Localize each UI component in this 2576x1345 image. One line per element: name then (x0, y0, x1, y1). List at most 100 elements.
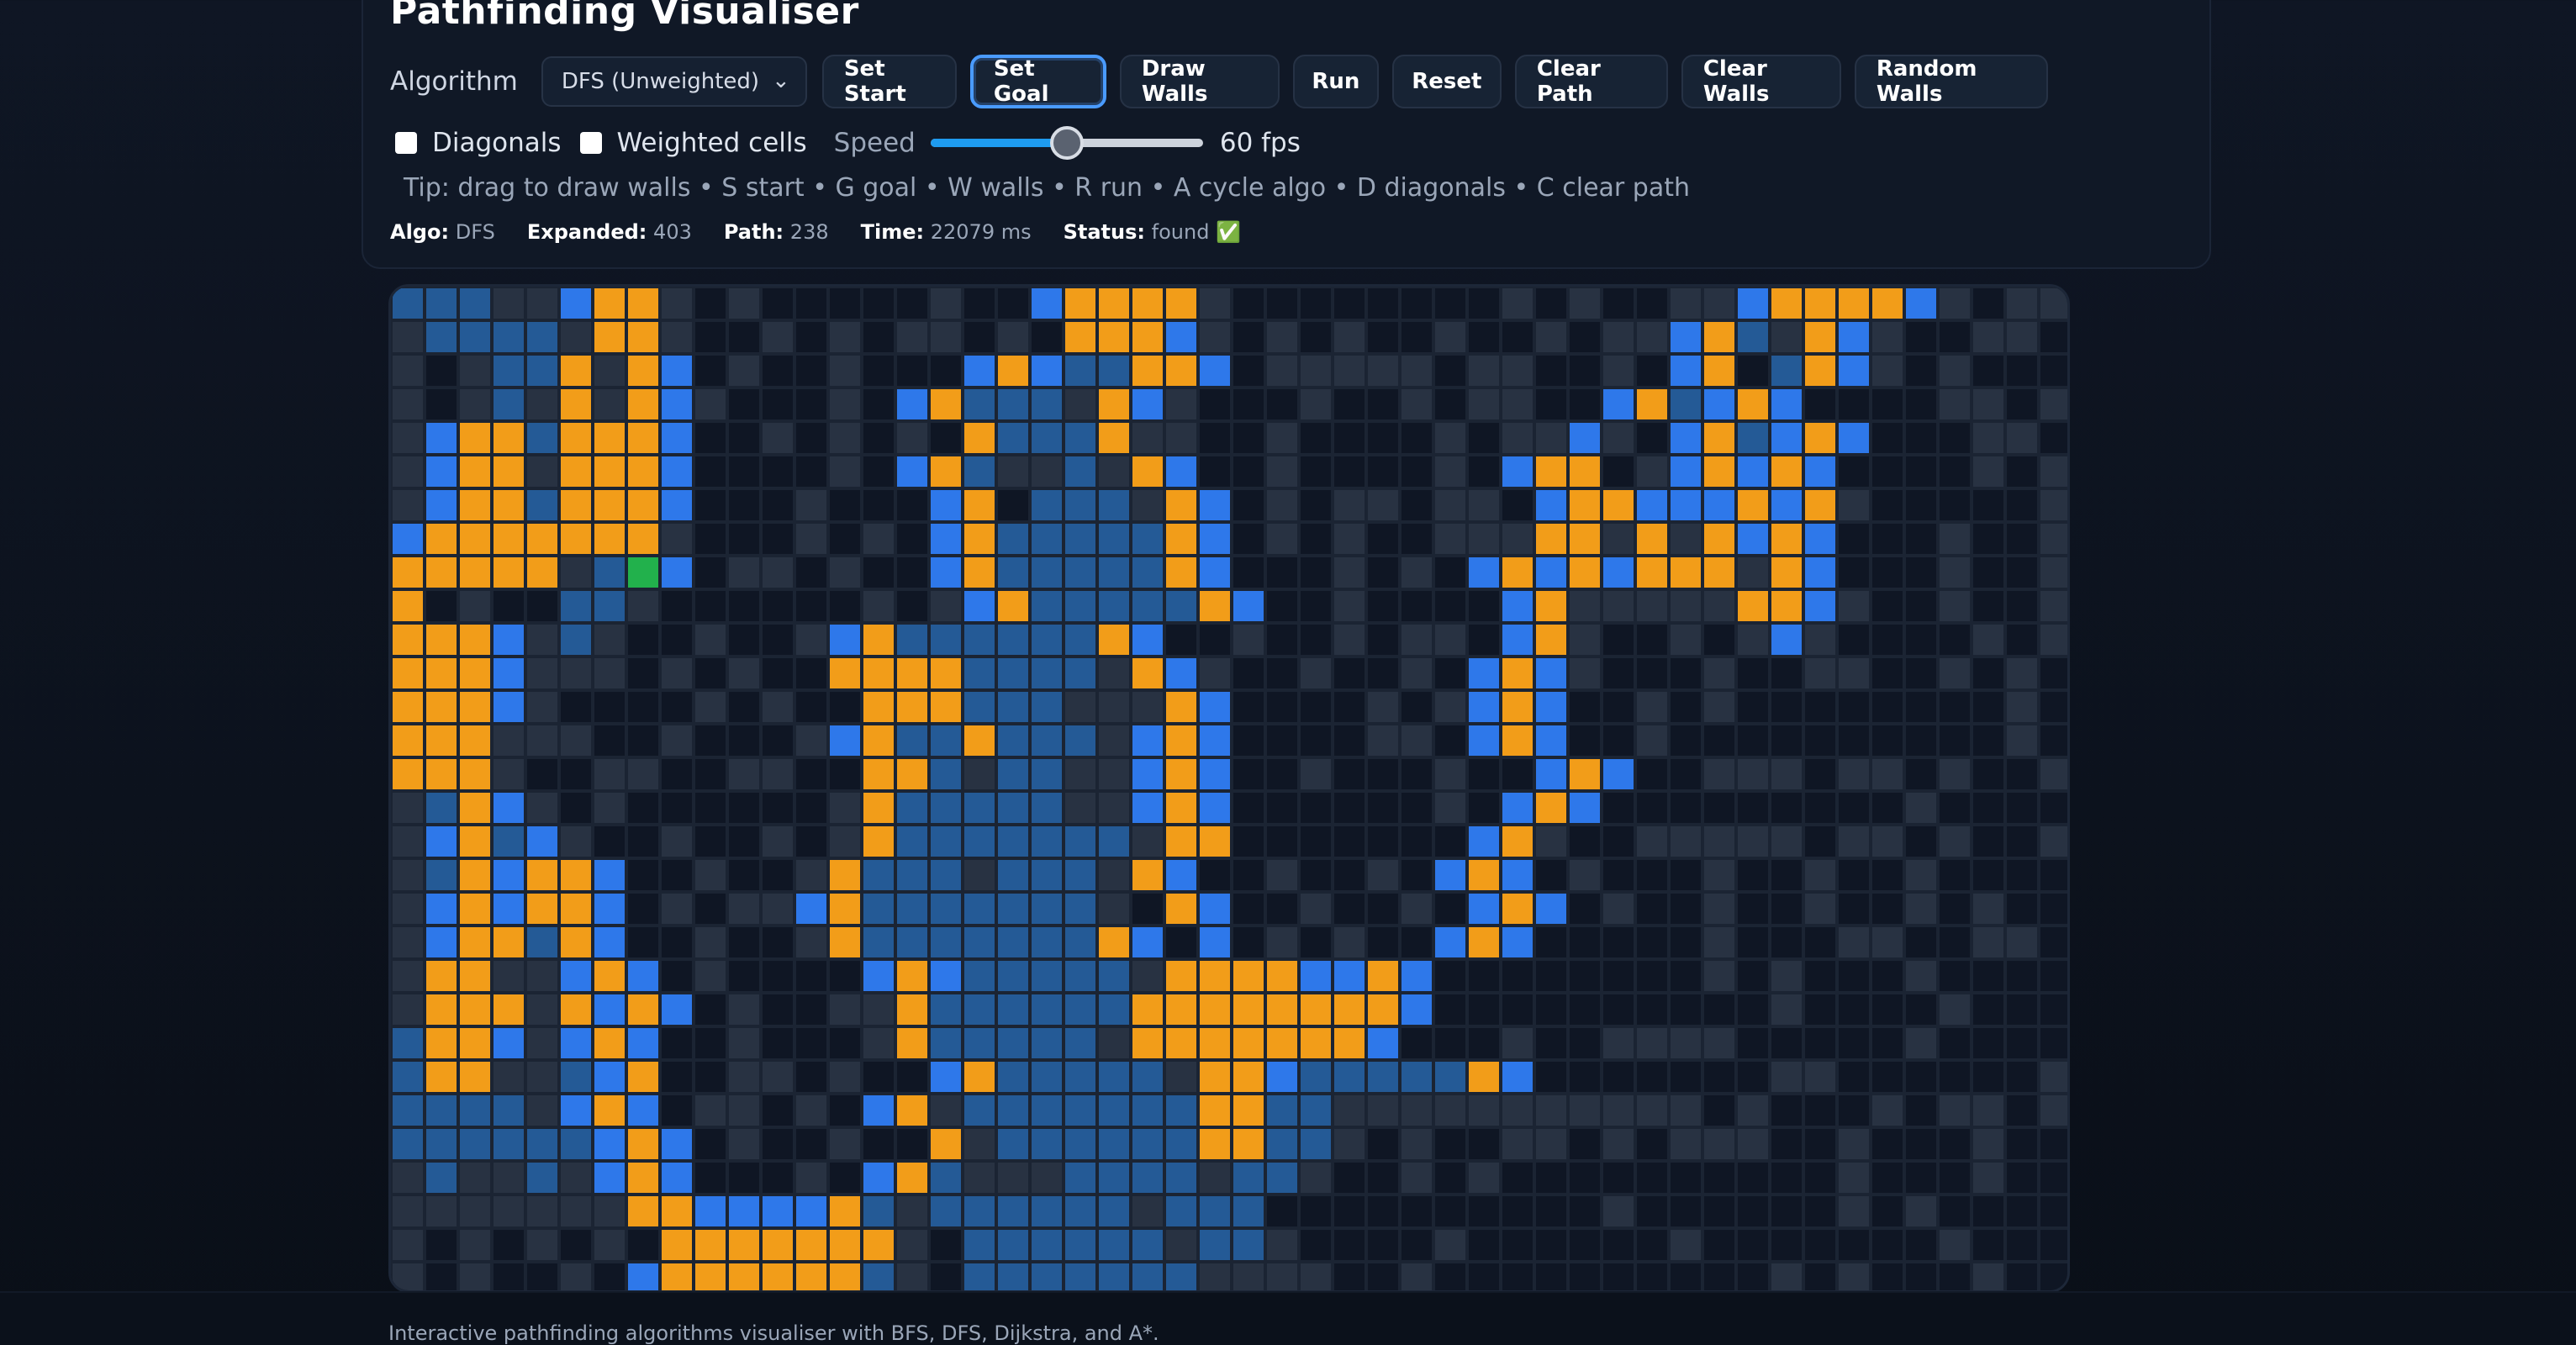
grid-cell-frontier[interactable] (1166, 322, 1196, 352)
grid-cell-empty[interactable] (662, 793, 692, 823)
grid-cell-path[interactable] (1771, 557, 1802, 588)
grid-cell-empty[interactable] (1570, 826, 1600, 857)
grid-cell-wall[interactable] (1132, 490, 1163, 520)
grid-cell-path[interactable] (594, 456, 625, 487)
grid-cell-frontier[interactable] (1469, 658, 1499, 688)
grid-cell-wall[interactable] (1940, 557, 1970, 588)
grid-cell-empty[interactable] (662, 1095, 692, 1126)
grid-cell-wall[interactable] (863, 524, 894, 554)
grid-cell-path[interactable] (628, 322, 658, 352)
grid-cell-path[interactable] (1132, 456, 1163, 487)
grid-cell-visited[interactable] (393, 1095, 423, 1126)
grid-cell-wall[interactable] (1301, 356, 1331, 386)
grid-cell-frontier[interactable] (1771, 423, 1802, 453)
grid-cell-empty[interactable] (1839, 961, 1869, 991)
grid-cell-empty[interactable] (1435, 557, 1465, 588)
grid-cell-empty[interactable] (1570, 322, 1600, 352)
grid-cell-wall[interactable] (1536, 423, 1566, 453)
grid-cell-frontier[interactable] (1502, 793, 1533, 823)
grid-cell-empty[interactable] (1940, 894, 1970, 924)
grid-cell-wall[interactable] (1637, 692, 1667, 722)
grid-cell-wall[interactable] (1872, 356, 1903, 386)
grid-cell-wall[interactable] (1704, 1028, 1734, 1058)
grid-cell-empty[interactable] (796, 759, 826, 789)
grid-cell-empty[interactable] (1334, 1163, 1365, 1193)
grid-cell-empty[interactable] (1435, 961, 1465, 991)
grid-cell-visited[interactable] (393, 1062, 423, 1092)
grid-cell-frontier[interactable] (1671, 322, 1701, 352)
grid-cell-frontier[interactable] (1603, 557, 1634, 588)
grid-cell-empty[interactable] (561, 1230, 591, 1260)
grid-cell-empty[interactable] (1368, 389, 1398, 419)
grid-cell-empty[interactable] (1637, 1230, 1667, 1260)
grid-cell-wall[interactable] (1301, 1163, 1331, 1193)
grid-cell-path[interactable] (931, 456, 961, 487)
grid-cell-wall[interactable] (931, 322, 961, 352)
grid-cell-visited[interactable] (998, 423, 1028, 453)
grid-cell-wall[interactable] (1973, 625, 2003, 655)
grid-cell-visited[interactable] (1132, 1263, 1163, 1290)
grid-cell-visited[interactable] (1032, 1062, 1062, 1092)
grid-cell-wall[interactable] (1671, 1230, 1701, 1260)
grid-cell-empty[interactable] (1469, 625, 1499, 655)
grid-cell-empty[interactable] (2040, 658, 2067, 688)
grid-cell-empty[interactable] (1940, 1129, 1970, 1159)
grid-cell-visited[interactable] (1032, 1095, 1062, 1126)
grid-cell-empty[interactable] (1872, 625, 1903, 655)
grid-cell-frontier[interactable] (1368, 1028, 1398, 1058)
grid-cell-empty[interactable] (1469, 994, 1499, 1025)
grid-cell-empty[interactable] (1906, 456, 1936, 487)
grid-cell-empty[interactable] (1906, 557, 1936, 588)
grid-cell-wall[interactable] (1603, 1028, 1634, 1058)
grid-cell-wall[interactable] (1267, 322, 1297, 352)
grid-cell-frontier[interactable] (830, 725, 860, 756)
grid-cell-empty[interactable] (1469, 456, 1499, 487)
grid-cell-path[interactable] (1771, 591, 1802, 621)
grid-cell-wall[interactable] (494, 1062, 524, 1092)
grid-cell-wall[interactable] (729, 288, 759, 319)
grid-cell-wall[interactable] (1973, 389, 2003, 419)
grid-cell-path[interactable] (460, 860, 490, 890)
grid-cell-empty[interactable] (863, 356, 894, 386)
grid-cell-path[interactable] (964, 725, 995, 756)
grid-cell-frontier[interactable] (662, 490, 692, 520)
grid-cell-frontier[interactable] (662, 1163, 692, 1193)
grid-cell-wall[interactable] (1570, 625, 1600, 655)
grid-cell-wall[interactable] (1973, 423, 2003, 453)
grid-cell-path[interactable] (1536, 625, 1566, 655)
grid-cell-empty[interactable] (863, 490, 894, 520)
grid-cell-empty[interactable] (662, 625, 692, 655)
grid-cell-wall[interactable] (1334, 1095, 1365, 1126)
grid-cell-empty[interactable] (1502, 322, 1533, 352)
grid-cell-path[interactable] (594, 1028, 625, 1058)
grid-cell-wall[interactable] (2007, 288, 2037, 319)
grid-cell-empty[interactable] (1401, 490, 1432, 520)
grid-cell-visited[interactable] (998, 1263, 1028, 1290)
grid-cell-frontier[interactable] (426, 826, 457, 857)
grid-cell-empty[interactable] (1839, 625, 1869, 655)
grid-cell-frontier[interactable] (494, 658, 524, 688)
grid-cell-wall[interactable] (628, 759, 658, 789)
grid-cell-path[interactable] (460, 994, 490, 1025)
grid-cell-visited[interactable] (1267, 1095, 1297, 1126)
grid-cell-wall[interactable] (1603, 1129, 1634, 1159)
grid-cell-empty[interactable] (2007, 1263, 2037, 1290)
grid-cell-wall[interactable] (460, 1163, 490, 1193)
grid-cell-empty[interactable] (1570, 1028, 1600, 1058)
grid-cell-frontier[interactable] (863, 961, 894, 991)
grid-cell-empty[interactable] (1906, 1263, 1936, 1290)
grid-cell-empty[interactable] (830, 692, 860, 722)
grid-cell-empty[interactable] (1704, 1263, 1734, 1290)
grid-cell-wall[interactable] (1502, 423, 1533, 453)
grid-cell-path[interactable] (662, 1196, 692, 1226)
grid-cell-frontier[interactable] (1771, 389, 1802, 419)
grid-cell-wall[interactable] (460, 1230, 490, 1260)
grid-cell-frontier[interactable] (1603, 759, 1634, 789)
grid-cell-frontier[interactable] (1032, 288, 1062, 319)
grid-cell-wall[interactable] (1570, 288, 1600, 319)
grid-cell-path[interactable] (426, 725, 457, 756)
grid-cell-empty[interactable] (2040, 725, 2067, 756)
grid-cell-wall[interactable] (1872, 759, 1903, 789)
grid-cell-empty[interactable] (1469, 1129, 1499, 1159)
grid-cell-frontier[interactable] (561, 1028, 591, 1058)
